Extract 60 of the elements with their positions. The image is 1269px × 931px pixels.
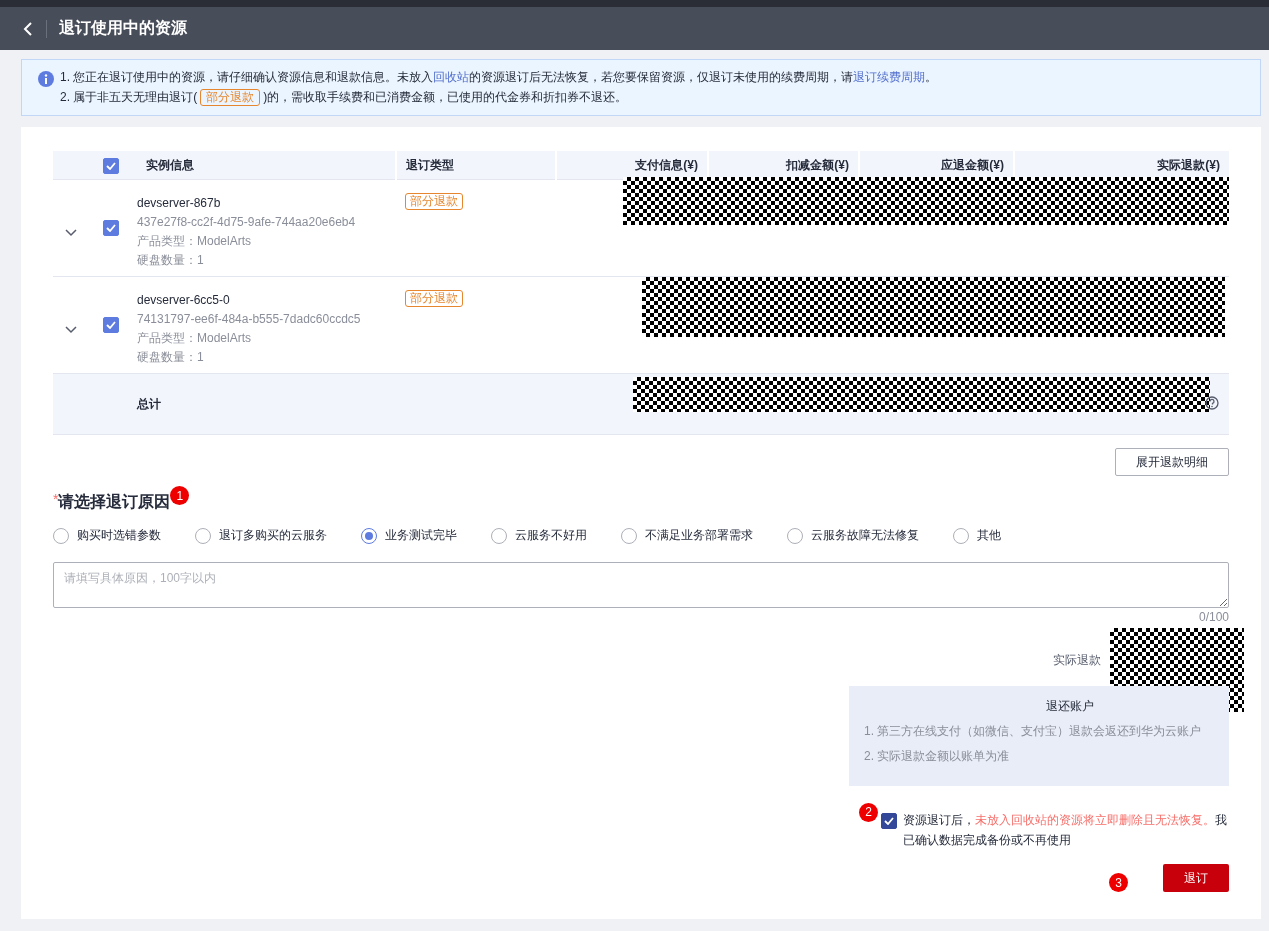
instance-name: devserver-6cc5-0 (137, 292, 231, 309)
notice-text: 2. 属于非五天无理由退订( 部分退款 )的，需收取手续费和已消费金额，已使用的代金券和折扣券不退还。 (60, 89, 629, 106)
recycle-link[interactable]: 回收站 (433, 70, 470, 84)
char-counter: 0/100 (1197, 610, 1229, 624)
reason-input[interactable]: 请填写具体原因，100字以内 (53, 562, 1229, 608)
check-icon (106, 321, 116, 329)
recycle-link[interactable]: 退订续费周期 (853, 70, 926, 84)
radio-label: 云服务故障无法修复 (811, 527, 919, 544)
expand-details-button[interactable]: 展开退款明细 (1115, 448, 1229, 476)
product-type: 产品类型：ModelArts (137, 330, 253, 347)
reason-radio[interactable]: 退订多购买的云服务 (195, 527, 327, 544)
reason-radio[interactable]: 购买时选错参数 (53, 527, 161, 544)
radio-label: 不满足业务部署需求 (645, 527, 753, 544)
radio-label: 云服务不好用 (515, 527, 587, 544)
back-icon[interactable] (22, 21, 34, 36)
reason-radio[interactable]: 业务测试完毕 (361, 527, 457, 544)
column-header: 退订类型 (395, 151, 555, 180)
help-icon[interactable] (1205, 396, 1219, 410)
refund-type-tag: 部分退款 (405, 290, 463, 307)
confirm-checkbox[interactable] (881, 813, 897, 829)
chevron-icon[interactable] (65, 229, 77, 237)
info-icon (38, 71, 54, 87)
reason-radio[interactable]: 云服务不好用 (491, 527, 587, 544)
radio-label: 退订多购买的云服务 (219, 527, 327, 544)
radio-label: 业务测试完毕 (385, 527, 457, 544)
step-badge: 1 (170, 486, 190, 505)
refund-note: 2. 实际退款金额以账单为准 (864, 748, 1011, 765)
product-type: 产品类型：ModelArts (137, 233, 253, 250)
step-badge: 2 (859, 802, 878, 822)
required-mark: * (53, 491, 59, 507)
check-icon (884, 817, 894, 825)
instance-name: devserver-867b (137, 195, 222, 212)
row-checkbox[interactable] (103, 220, 119, 236)
check-icon (106, 224, 116, 232)
step-badge: 3 (1109, 873, 1128, 892)
unsubscribe-button[interactable]: 退订 (1163, 864, 1229, 892)
total-label: 总计 (137, 395, 162, 413)
reason-radio[interactable]: 其他 (953, 527, 1001, 544)
page-title: 退订使用中的资源 (59, 18, 187, 38)
confirm-text: 资源退订后，未放入回收站的资源将立即删除且无法恢复。我已确认数据完成备份或不再使用 (903, 812, 1228, 849)
select-all-checkbox[interactable] (103, 157, 119, 174)
notice-text: 1. 您正在退订使用中的资源，请仔细确认资源信息和退款信息。未放入回收站的资源退订后无法恢复，若您要保留资源，仅退订未使用的续费周期，请退订续费周期。 (60, 69, 938, 86)
radio-label: 购买时选错参数 (77, 527, 161, 544)
disk-count: 硬盘数量：1 (137, 252, 205, 269)
section-title: 请选择退订原因 (58, 492, 171, 512)
actual-refund-label: 实际退款 (1053, 651, 1101, 669)
column-header: 实例信息 (145, 157, 195, 174)
disk-count: 硬盘数量：1 (137, 349, 205, 366)
chevron-icon[interactable] (65, 326, 77, 334)
check-icon (106, 161, 116, 170)
refund-note: 1. 第三方在线支付（如微信、支付宝）退款会返还到华为云账户 (864, 723, 1203, 740)
row-checkbox[interactable] (103, 317, 119, 333)
instance-id: 437e27f8-cc2f-4d75-9afe-744aa20e6eb4 (137, 214, 357, 231)
radio-label: 其他 (977, 527, 1001, 544)
refund-type-tag: 部分退款 (405, 193, 463, 210)
account-label: 退还账户 (1046, 698, 1094, 715)
reason-radio[interactable]: 不满足业务部署需求 (621, 527, 753, 544)
instance-id: 74131797-ee6f-484a-b555-7dadc60ccdc5 (137, 311, 362, 328)
reason-radio[interactable]: 云服务故障无法修复 (787, 527, 919, 544)
refund-tag: 部分退款 (200, 89, 261, 106)
